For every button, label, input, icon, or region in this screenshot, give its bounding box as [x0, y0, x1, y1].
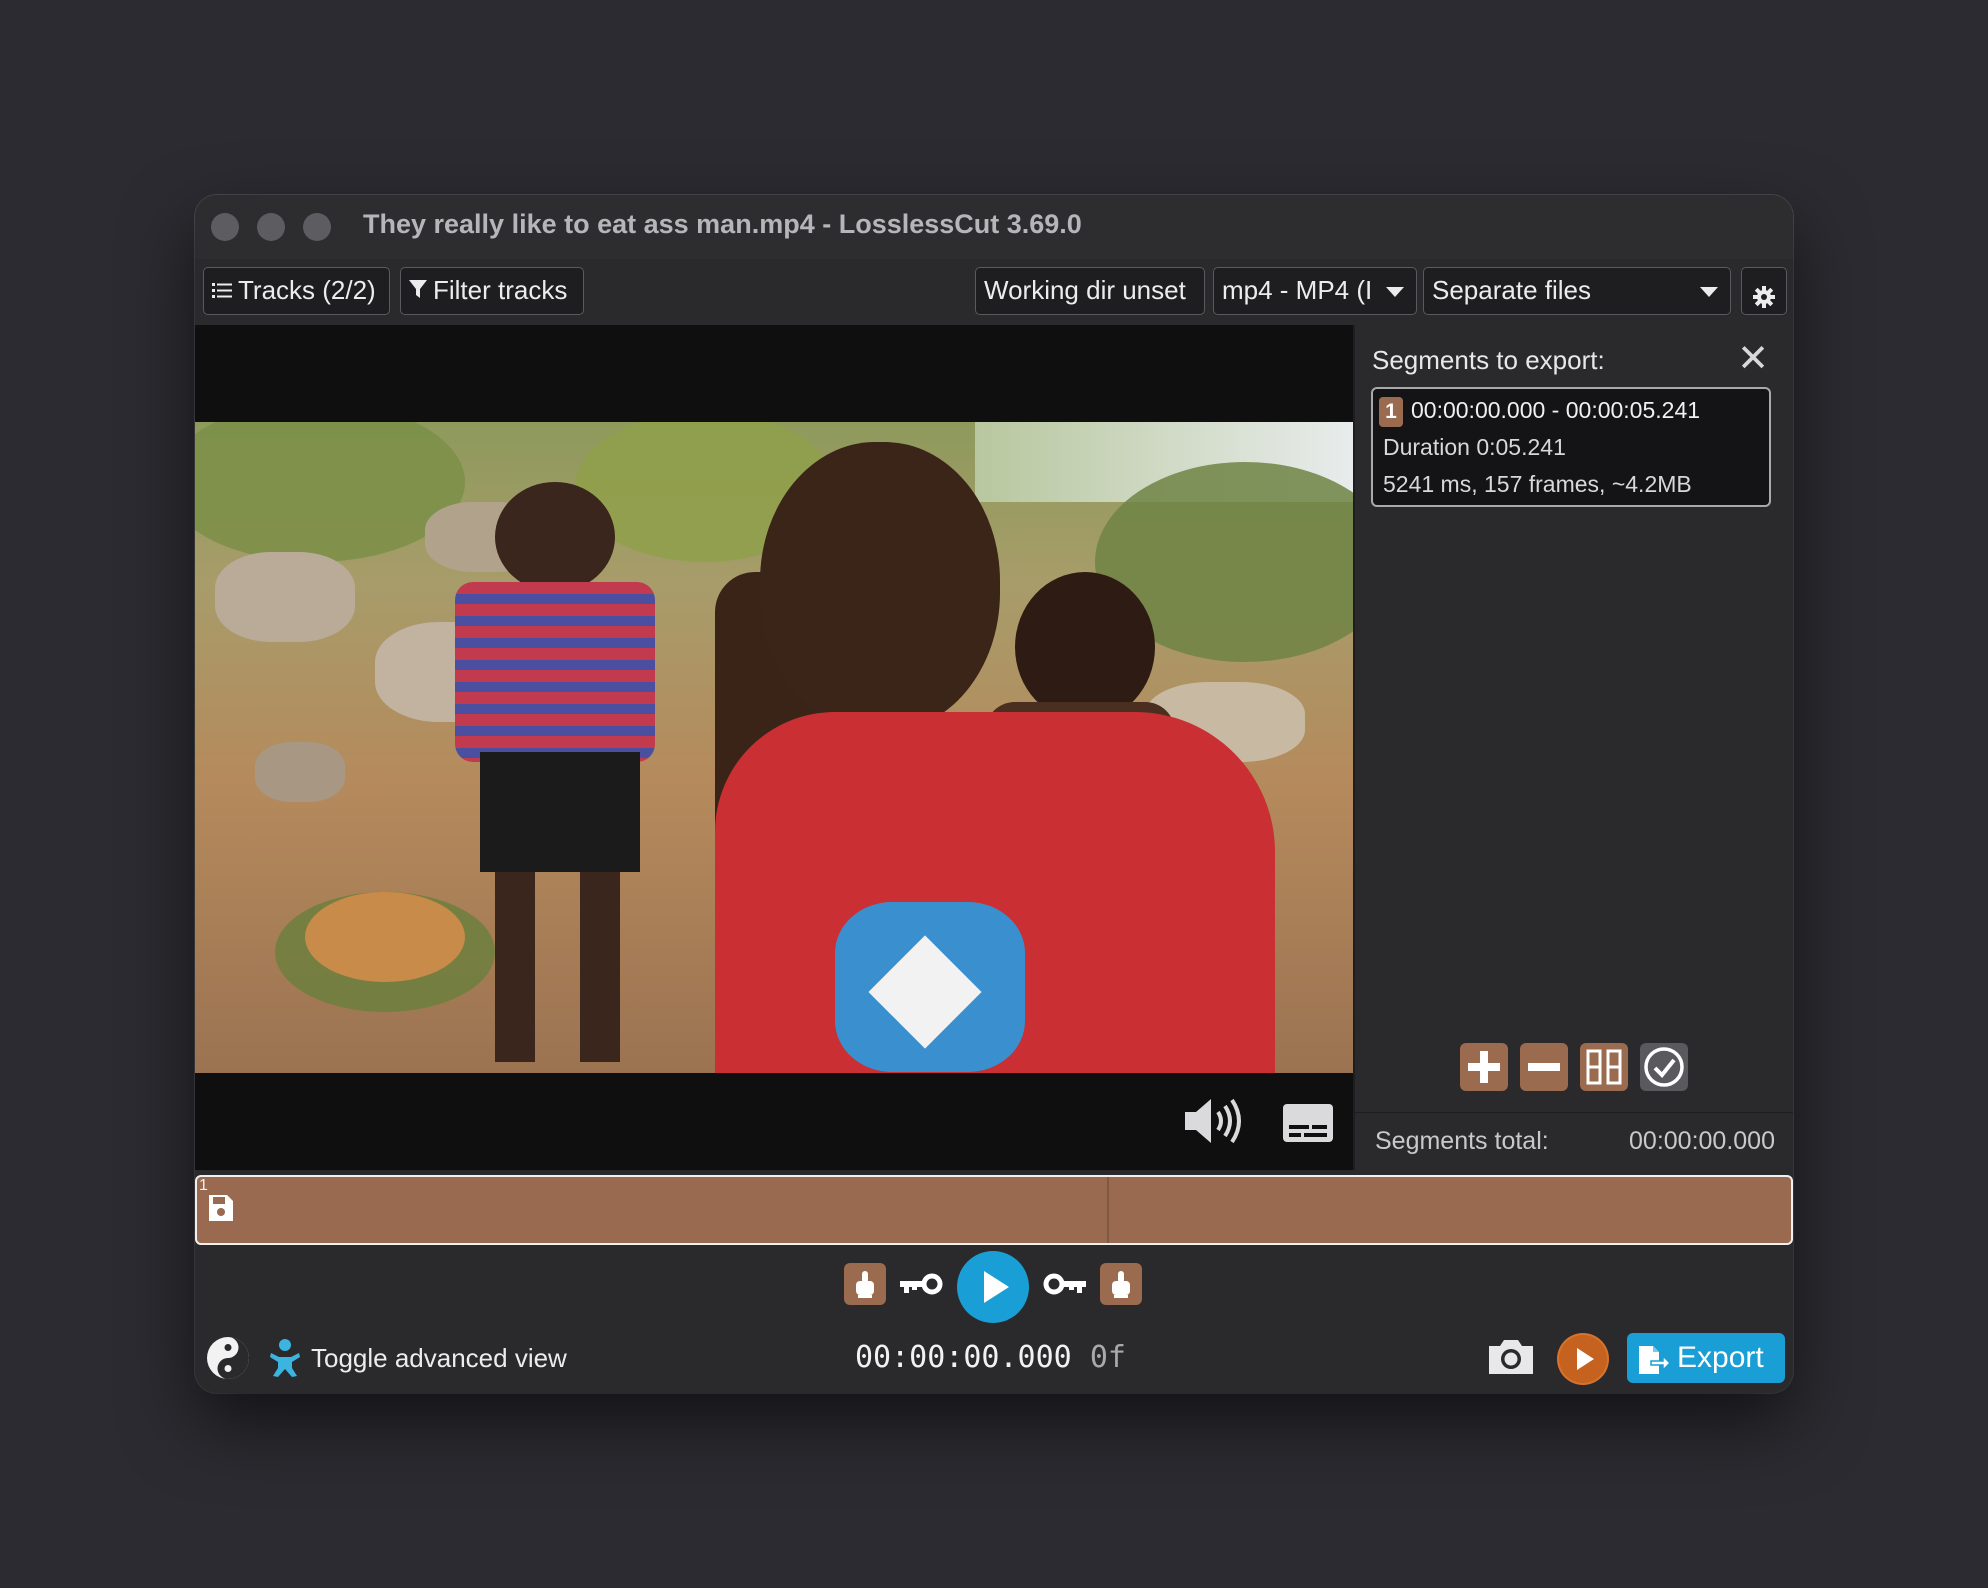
keyframe-end-icon[interactable] [1042, 1269, 1086, 1304]
settings-button[interactable] [1741, 267, 1787, 315]
timecode-display[interactable]: 00:00:00.000 0f [855, 1340, 1126, 1375]
segments-panel: Segments to export: ✕ 1 00:00:00.000 - 0… [1353, 325, 1793, 1170]
working-dir-label: Working dir unset [984, 275, 1186, 305]
segment-range: 00:00:00.000 - 00:00:05.241 [1411, 397, 1701, 423]
minimize-window-button[interactable] [257, 213, 285, 241]
export-button[interactable]: Export [1627, 1333, 1785, 1383]
tracks-label: Tracks (2/2) [238, 275, 376, 305]
playhead[interactable] [1107, 1177, 1109, 1243]
chevron-down-icon [1700, 287, 1718, 297]
check-icon[interactable] [1640, 1043, 1688, 1091]
close-icon[interactable]: ✕ [1737, 339, 1769, 379]
set-end-icon[interactable] [1100, 1263, 1142, 1305]
volume-icon[interactable] [1183, 1095, 1245, 1152]
segments-total-value: 00:00:00.000 [1629, 1127, 1775, 1155]
add-segment-icon[interactable] [1460, 1043, 1508, 1091]
camera-icon[interactable] [1486, 1337, 1536, 1382]
toolbar: Tracks (2/2) Filter tracks Working dir u… [195, 259, 1793, 325]
segment-card[interactable]: 1 00:00:00.000 - 00:00:05.241 Duration 0… [1371, 387, 1771, 507]
save-icon[interactable] [207, 1193, 235, 1228]
remove-segment-icon[interactable] [1520, 1043, 1568, 1091]
video-player[interactable] [195, 325, 1353, 1170]
chevron-down-icon [1386, 287, 1404, 297]
play-preview-icon[interactable] [1557, 1333, 1609, 1385]
segments-panel-title: Segments to export: [1372, 345, 1605, 375]
export-mode-value: Separate files [1432, 275, 1591, 305]
window-title: They really like to eat ass man.mp4 - Lo… [363, 209, 1082, 239]
working-dir-button[interactable]: Working dir unset [975, 267, 1205, 315]
format-select[interactable]: mp4 - MP4 (I [1213, 267, 1417, 315]
advanced-view-toggle[interactable]: Toggle advanced view [311, 1343, 567, 1374]
tracks-list-icon [212, 268, 232, 313]
segment-tools [1460, 1043, 1688, 1091]
zoom-window-button[interactable] [303, 213, 331, 241]
format-value: mp4 - MP4 (I [1222, 275, 1373, 305]
timecode-value: 00:00:00.000 [855, 1340, 1072, 1375]
filter-icon [409, 268, 427, 313]
set-start-icon[interactable] [844, 1263, 886, 1305]
subtitles-icon[interactable] [1282, 1103, 1334, 1148]
play-icon[interactable] [957, 1251, 1029, 1323]
keyframe-start-icon[interactable] [900, 1269, 944, 1304]
frame-value: 0f [1089, 1340, 1126, 1375]
segments-total-label: Segments total: [1375, 1127, 1549, 1155]
settings-gear-icon [1752, 278, 1776, 314]
filter-tracks-button[interactable]: Filter tracks [400, 267, 584, 315]
segment-details: 5241 ms, 157 frames, ~4.2MB [1383, 471, 1692, 497]
segments-total: Segments total: 00:00:00.000 [1355, 1112, 1793, 1171]
export-label: Export [1677, 1341, 1764, 1374]
theme-icon[interactable] [205, 1335, 251, 1386]
filter-tracks-label: Filter tracks [433, 275, 568, 305]
baby-icon[interactable] [269, 1338, 301, 1383]
segment-number: 1 [1379, 397, 1403, 427]
close-window-button[interactable] [211, 213, 239, 241]
segment-duration: Duration 0:05.241 [1383, 434, 1566, 460]
video-frame[interactable] [195, 422, 1353, 1073]
export-mode-select[interactable]: Separate files [1423, 267, 1731, 315]
title-bar: They really like to eat ass man.mp4 - Lo… [195, 195, 1793, 260]
export-icon [1637, 1342, 1672, 1392]
split-segment-icon[interactable] [1580, 1043, 1628, 1091]
timeline[interactable]: 1 [195, 1175, 1793, 1245]
tracks-button[interactable]: Tracks (2/2) [203, 267, 390, 315]
app-window: They really like to eat ass man.mp4 - Lo… [195, 195, 1793, 1393]
